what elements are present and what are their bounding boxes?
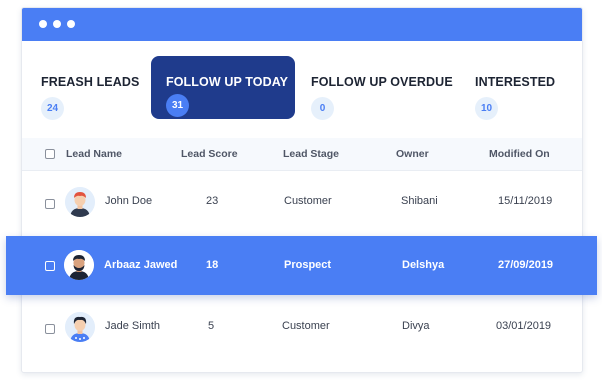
lead-stage: Customer: [282, 320, 330, 332]
table-header: Lead Name Lead Score Lead Stage Owner Mo…: [22, 138, 582, 171]
select-all-checkbox[interactable]: [45, 149, 55, 159]
lead-stage: Customer: [284, 195, 332, 207]
tab-label: INTERESTED: [475, 75, 556, 89]
tab-follow-up-overdue[interactable]: FOLLOW UP OVERDUE 0: [311, 56, 461, 120]
row-checkbox[interactable]: [45, 324, 55, 334]
modified-on: 03/01/2019: [496, 320, 552, 332]
lead-name: Jade Simth: [105, 320, 161, 332]
avatar: [65, 187, 95, 217]
avatar: [64, 250, 94, 280]
leads-window: FREASH LEADS 24 FOLLOW UP TODAY 31 FOLLO…: [21, 7, 583, 373]
avatar-arbaaz-jawed-icon: [64, 250, 94, 280]
column-header-lead-name[interactable]: Lead Name: [66, 148, 122, 160]
tab-label: FOLLOW UP TODAY: [166, 75, 289, 89]
table-row[interactable]: John Doe 23 Customer Shibani 15/11/2019: [22, 173, 582, 233]
modified-on: 27/09/2019: [498, 259, 554, 271]
window-dot-icon: [67, 20, 75, 28]
lead-stage: Prospect: [284, 259, 332, 271]
table-row-selected[interactable]: Arbaaz Jawed 18 Prospect Delshya 27/09/2…: [6, 236, 597, 295]
tab-follow-up-today[interactable]: FOLLOW UP TODAY 31: [151, 56, 295, 119]
avatar-jade-simth-icon: [65, 312, 95, 342]
tab-interested[interactable]: INTERESTED 10: [475, 56, 565, 120]
window-dot-icon: [39, 20, 47, 28]
tab-count-badge: 0: [311, 97, 334, 120]
lead-score: 5: [208, 320, 215, 332]
tab-count-badge: 10: [475, 97, 498, 120]
row-checkbox[interactable]: [45, 199, 55, 209]
lead-name: Arbaaz Jawed: [104, 259, 178, 271]
lead-score: 23: [206, 195, 219, 207]
tab-label: FREASH LEADS: [41, 75, 140, 89]
owner: Divya: [402, 320, 430, 332]
tab-count-badge: 31: [166, 94, 189, 117]
tab-fresh-leads[interactable]: FREASH LEADS 24: [41, 56, 151, 120]
table-row[interactable]: Jade Simth 5 Customer Divya 03/01/2019: [22, 298, 582, 358]
window-titlebar: [22, 8, 582, 41]
column-header-lead-score[interactable]: Lead Score: [181, 148, 238, 160]
tab-count-badge: 24: [41, 97, 64, 120]
owner: Shibani: [401, 195, 438, 207]
window-dot-icon: [53, 20, 61, 28]
lead-name: John Doe: [105, 195, 153, 207]
modified-on: 15/11/2019: [498, 195, 553, 207]
column-header-lead-stage[interactable]: Lead Stage: [283, 148, 339, 160]
lead-score: 18: [206, 259, 219, 271]
column-header-owner[interactable]: Owner: [396, 148, 429, 160]
owner: Delshya: [402, 259, 445, 271]
column-header-modified-on[interactable]: Modified On: [489, 148, 550, 160]
row-checkbox[interactable]: [45, 261, 55, 271]
avatar-john-doe-icon: [65, 187, 95, 217]
avatar: [65, 312, 95, 342]
tab-label: FOLLOW UP OVERDUE: [311, 75, 453, 89]
